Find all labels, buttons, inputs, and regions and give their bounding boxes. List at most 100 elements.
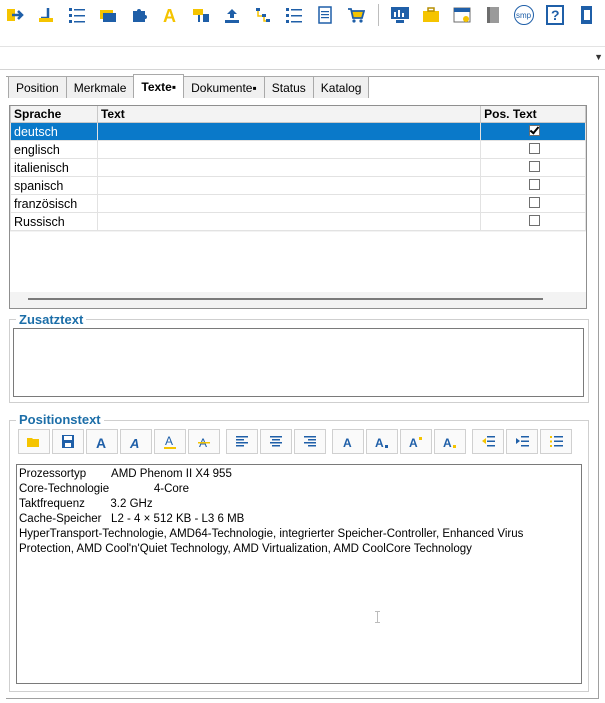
tab-merkmale[interactable]: Merkmale xyxy=(65,76,135,98)
svg-text:A: A xyxy=(409,436,418,449)
align-left-icon[interactable] xyxy=(226,429,258,454)
font-a-icon[interactable]: A xyxy=(158,3,182,27)
table-row[interactable]: Russisch xyxy=(10,212,586,231)
tab-label: Texte▪ xyxy=(141,79,177,94)
language-cell[interactable]: deutsch xyxy=(10,122,98,141)
tab-katalog[interactable]: Katalog xyxy=(312,76,370,98)
help-icon[interactable]: ? xyxy=(543,3,567,27)
table-row[interactable]: spanisch xyxy=(10,176,586,195)
pos-text-checkbox[interactable] xyxy=(529,214,541,226)
column-header-sprache[interactable]: Sprache xyxy=(10,106,98,123)
tab-label: Katalog xyxy=(320,80,362,95)
import-arrow-icon[interactable] xyxy=(3,3,27,27)
tab-dokumente[interactable]: Dokumente▪ xyxy=(183,76,265,98)
language-cell[interactable]: englisch xyxy=(10,140,98,159)
tab-label: Position xyxy=(16,80,59,95)
numbered-list-icon[interactable] xyxy=(282,3,306,27)
pos-text-checkbox[interactable] xyxy=(529,142,541,154)
align-right-icon[interactable] xyxy=(294,429,326,454)
pos-text-cell[interactable] xyxy=(480,176,586,195)
pos-text-cell[interactable] xyxy=(480,122,586,141)
tab-position[interactable]: Position xyxy=(8,76,67,98)
language-cell[interactable]: Russisch xyxy=(10,212,98,231)
svg-text:A: A xyxy=(129,436,139,449)
text-cell[interactable] xyxy=(96,158,482,177)
table-row[interactable]: englisch xyxy=(10,140,586,159)
language-cell[interactable]: französisch xyxy=(10,194,98,213)
pos-text-cell[interactable] xyxy=(480,194,586,213)
svg-text:A: A xyxy=(375,436,384,449)
pos-text-checkbox[interactable] xyxy=(529,124,541,136)
language-cell[interactable]: italienisch xyxy=(10,158,98,177)
folders-icon[interactable] xyxy=(96,3,120,27)
table-row[interactable]: italienisch xyxy=(10,158,586,177)
format-toolbar: A A A A A A A A xyxy=(18,429,574,454)
zusatztext-input[interactable] xyxy=(13,328,584,397)
bullet-list-icon[interactable] xyxy=(540,429,572,454)
grid-empty-area xyxy=(10,232,586,292)
table-row[interactable]: deutsch xyxy=(10,122,586,141)
text-cell[interactable] xyxy=(96,122,482,141)
positionstext-editor[interactable]: Prozessortyp AMD Phenom II X4 955 Core-T… xyxy=(16,464,582,684)
text-cell[interactable] xyxy=(96,212,482,231)
svg-text:A: A xyxy=(343,436,352,449)
briefcase-icon[interactable] xyxy=(419,3,443,27)
strikethrough-icon[interactable]: A xyxy=(188,429,220,454)
text-cell[interactable] xyxy=(96,140,482,159)
svg-text:A: A xyxy=(443,436,452,449)
pos-text-cell[interactable] xyxy=(480,140,586,159)
upload-icon[interactable] xyxy=(220,3,244,27)
open-folder-icon[interactable] xyxy=(18,429,50,454)
document-icon[interactable] xyxy=(313,3,337,27)
outdent-icon[interactable] xyxy=(472,429,504,454)
smp-icon[interactable]: smp xyxy=(512,3,536,27)
exit-door-icon[interactable] xyxy=(574,3,598,27)
highlight-icon[interactable]: A xyxy=(434,429,466,454)
list-icon[interactable] xyxy=(65,3,89,27)
svg-text:A: A xyxy=(165,434,173,448)
save-icon[interactable] xyxy=(52,429,84,454)
pos-text-checkbox[interactable] xyxy=(529,196,541,208)
column-header-pos-text[interactable]: Pos. Text xyxy=(480,106,586,123)
toolbar-separator xyxy=(378,4,379,26)
shopping-cart-icon[interactable] xyxy=(344,3,368,27)
chevron-down-icon[interactable]: ▼ xyxy=(594,52,603,62)
underline-icon[interactable]: A xyxy=(154,429,186,454)
font-size-up-icon[interactable]: A xyxy=(400,429,432,454)
paint-icon[interactable] xyxy=(189,3,213,27)
indent-icon[interactable] xyxy=(506,429,538,454)
monitor-chart-icon[interactable] xyxy=(388,3,412,27)
text-line: Core-Technologie 4-Core xyxy=(19,483,190,495)
align-center-icon[interactable] xyxy=(260,429,292,454)
calendar-icon[interactable] xyxy=(450,3,474,27)
puzzle-icon[interactable] xyxy=(127,3,151,27)
tree-icon[interactable] xyxy=(251,3,275,27)
book-icon[interactable] xyxy=(481,3,505,27)
text-cursor-icon xyxy=(375,611,380,623)
pos-text-cell[interactable] xyxy=(480,212,586,231)
italic-icon[interactable]: A xyxy=(120,429,152,454)
svg-text:A: A xyxy=(163,6,176,24)
horizontal-scrollbar[interactable] xyxy=(28,298,543,300)
pos-text-cell[interactable] xyxy=(480,158,586,177)
text-line: Cache-Speicher L2 - 4 × 512 KB - L3 6 MB xyxy=(19,513,245,525)
text-cell[interactable] xyxy=(96,176,482,195)
positionstext-title: Positionstext xyxy=(16,412,104,427)
grid-header: Sprache Text Pos. Text xyxy=(10,106,586,123)
tab-status[interactable]: Status xyxy=(263,76,314,98)
tool-icon[interactable] xyxy=(34,3,58,27)
filter-strip: ▼ xyxy=(0,47,605,70)
language-cell[interactable]: spanisch xyxy=(10,176,98,195)
column-header-text[interactable]: Text xyxy=(96,106,482,123)
pos-text-checkbox[interactable] xyxy=(529,160,541,172)
table-row[interactable]: französisch xyxy=(10,194,586,213)
font-color-icon[interactable]: A xyxy=(332,429,364,454)
text-line: Taktfrequenz 3.2 GHz xyxy=(19,498,153,510)
text-line: Prozessortyp AMD Phenom II X4 955 xyxy=(19,468,232,480)
text-cell[interactable] xyxy=(96,194,482,213)
bold-icon[interactable]: A xyxy=(86,429,118,454)
svg-text:smp: smp xyxy=(516,11,532,20)
font-size-down-icon[interactable]: A xyxy=(366,429,398,454)
pos-text-checkbox[interactable] xyxy=(529,178,541,190)
tab-texte[interactable]: Texte▪ xyxy=(133,74,185,98)
